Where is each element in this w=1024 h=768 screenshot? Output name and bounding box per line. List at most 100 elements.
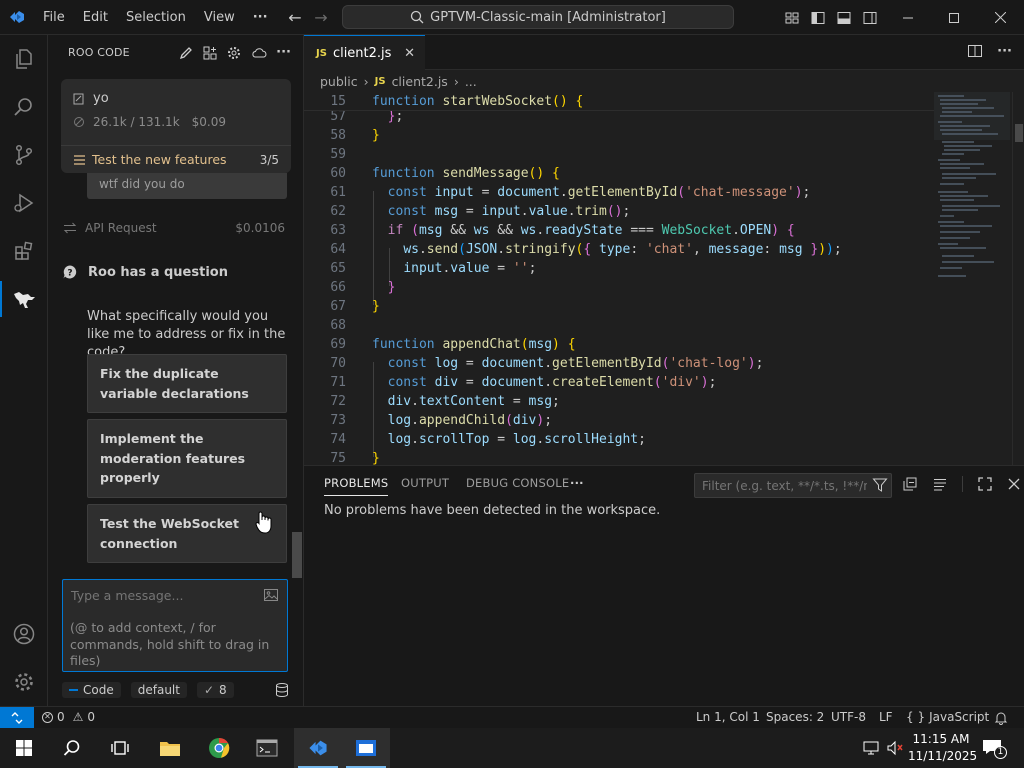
sidebar-scrollbar[interactable] xyxy=(292,532,302,578)
indentation[interactable]: Spaces: 2 xyxy=(766,710,824,724)
cloud-icon[interactable] xyxy=(250,45,268,61)
menu-more[interactable]: ··· xyxy=(244,0,277,35)
search-text: GPTVM-Classic-main [Administrator] xyxy=(430,9,666,25)
remote-indicator-icon[interactable] xyxy=(0,707,34,729)
cursor-position[interactable]: Ln 1, Col 1 xyxy=(696,710,760,724)
maximize-button[interactable] xyxy=(931,0,977,35)
tab-output[interactable]: OUTPUT xyxy=(401,476,449,490)
tab-problems[interactable]: PROBLEMS xyxy=(324,476,389,496)
codebase-index-icon[interactable] xyxy=(274,682,290,698)
new-task-pencil-icon[interactable] xyxy=(178,45,194,61)
close-tab-icon[interactable]: ✕ xyxy=(404,46,415,61)
menu-file[interactable]: File xyxy=(34,0,74,35)
end-of-line[interactable]: LF xyxy=(879,710,893,724)
code-line: 74 log.scrollTop = log.scrollHeight; xyxy=(304,430,934,449)
code-line: 68 xyxy=(304,316,934,335)
panel-more-icon[interactable]: ··· xyxy=(570,476,584,490)
account-icon[interactable] xyxy=(0,610,48,658)
auto-approve-toggle[interactable]: ✓ 8 xyxy=(196,682,234,698)
task-header-card[interactable]: yo 26.1k / 131.1k $0.09 Test the new fea… xyxy=(61,79,291,173)
arrows-swap-icon xyxy=(63,222,77,234)
mode-dash-icon xyxy=(69,689,78,691)
source-control-icon[interactable] xyxy=(0,131,48,179)
toggle-panel-icon[interactable] xyxy=(836,10,852,26)
api-request-row[interactable]: API Request $0.0106 xyxy=(63,221,285,235)
terminal-icon[interactable] xyxy=(243,728,291,768)
profile-selector[interactable]: default xyxy=(130,682,187,698)
more-actions-icon[interactable]: ··· xyxy=(276,45,291,60)
breadcrumb-file[interactable]: client2.js xyxy=(392,74,448,89)
tokens-icon xyxy=(74,117,84,127)
explorer-icon[interactable] xyxy=(0,35,48,83)
windows-start-icon[interactable] xyxy=(0,728,48,768)
split-editor-icon[interactable] xyxy=(967,43,983,59)
warning-count: 0 xyxy=(87,710,96,724)
search-icon[interactable] xyxy=(0,83,48,131)
maximize-panel-icon[interactable] xyxy=(977,476,993,492)
breadcrumb-more[interactable]: ... xyxy=(465,74,477,89)
forward-arrow-icon[interactable]: → xyxy=(308,8,334,27)
menu-edit[interactable]: Edit xyxy=(74,0,117,35)
system-clock[interactable]: 11:15 AM 11/11/2025 xyxy=(908,731,977,765)
settings-gear-icon[interactable] xyxy=(226,45,242,61)
code-line: 59 xyxy=(304,145,934,164)
language-mode[interactable]: { } JavaScript xyxy=(906,710,989,724)
question-heading: ? Roo has a question xyxy=(62,264,228,280)
vscode-taskbar-icon[interactable] xyxy=(294,728,342,768)
menu-view[interactable]: View xyxy=(195,0,244,35)
suggestion-button-2[interactable]: Implement the moderation features proper… xyxy=(87,419,287,498)
network-icon[interactable] xyxy=(862,740,880,756)
back-arrow-icon[interactable]: ← xyxy=(282,8,308,27)
marketplace-icon[interactable] xyxy=(202,45,218,61)
code-editor[interactable]: 15 function startWebSocket() { 57 }; 58} … xyxy=(304,92,934,465)
line-number: 68 xyxy=(330,318,346,333)
close-window-button[interactable] xyxy=(977,0,1023,35)
collapse-all-icon[interactable] xyxy=(902,476,918,492)
suggestion-button-1[interactable]: Fix the duplicate variable declarations xyxy=(87,354,287,413)
tab-client2-js[interactable]: JS client2.js ✕ xyxy=(304,35,425,70)
filter-funnel-icon[interactable] xyxy=(872,477,888,493)
scrollbar-thumb[interactable] xyxy=(1015,124,1023,142)
editor-vertical-scrollbar[interactable] xyxy=(1012,92,1024,465)
view-as-list-icon[interactable] xyxy=(932,476,948,492)
minimize-button[interactable] xyxy=(885,0,931,35)
breadcrumb-folder[interactable]: public xyxy=(320,74,358,89)
task-view-icon[interactable] xyxy=(96,728,144,768)
problems-filter-input[interactable] xyxy=(694,473,892,498)
run-debug-icon[interactable] xyxy=(0,179,48,227)
line-number: 15 xyxy=(330,94,346,109)
file-explorer-icon[interactable] xyxy=(146,728,194,768)
taskbar-search-icon[interactable] xyxy=(48,728,96,768)
volume-muted-icon[interactable] xyxy=(886,740,904,756)
extensions-icon[interactable] xyxy=(0,227,48,275)
app-window-icon[interactable] xyxy=(342,728,390,768)
chrome-icon[interactable] xyxy=(195,728,243,768)
chat-message-input[interactable] xyxy=(62,579,288,672)
clock-time: 11:15 AM xyxy=(912,732,970,746)
current-todo: Test the new features xyxy=(92,152,227,167)
mode-selector[interactable]: Code xyxy=(62,682,121,698)
svg-text:?: ? xyxy=(67,269,72,279)
roo-code-kangaroo-icon[interactable] xyxy=(0,275,48,323)
add-image-icon[interactable] xyxy=(263,587,279,603)
notifications-bell-icon[interactable] xyxy=(994,711,1008,725)
toggle-secondary-sidebar-icon[interactable] xyxy=(862,10,878,26)
menu-selection[interactable]: Selection xyxy=(117,0,195,35)
problems-status[interactable]: ✕ 0 ⚠ 0 xyxy=(42,710,95,724)
notification-center[interactable]: 1 xyxy=(982,738,1007,760)
encoding[interactable]: UTF-8 xyxy=(831,710,866,724)
close-panel-icon[interactable] xyxy=(1007,477,1021,491)
title-bar: File Edit Selection View ··· ← → GPTVM-C… xyxy=(0,0,1024,35)
editor-more-icon[interactable]: ··· xyxy=(997,44,1012,59)
tab-debug-console[interactable]: DEBUG CONSOLE xyxy=(466,476,569,490)
api-request-cost: $0.0106 xyxy=(235,221,285,235)
command-center-search[interactable]: GPTVM-Classic-main [Administrator] xyxy=(342,5,734,29)
customize-layout-icon[interactable] xyxy=(784,10,800,26)
line-number: 74 xyxy=(330,432,346,447)
toggle-primary-sidebar-icon[interactable] xyxy=(810,10,826,26)
line-number: 63 xyxy=(330,223,346,238)
line-number: 69 xyxy=(330,337,346,352)
minimap[interactable] xyxy=(934,92,1010,465)
gear-icon[interactable] xyxy=(0,658,48,706)
todo-list-bar[interactable]: Test the new features 3/5 xyxy=(61,145,291,173)
